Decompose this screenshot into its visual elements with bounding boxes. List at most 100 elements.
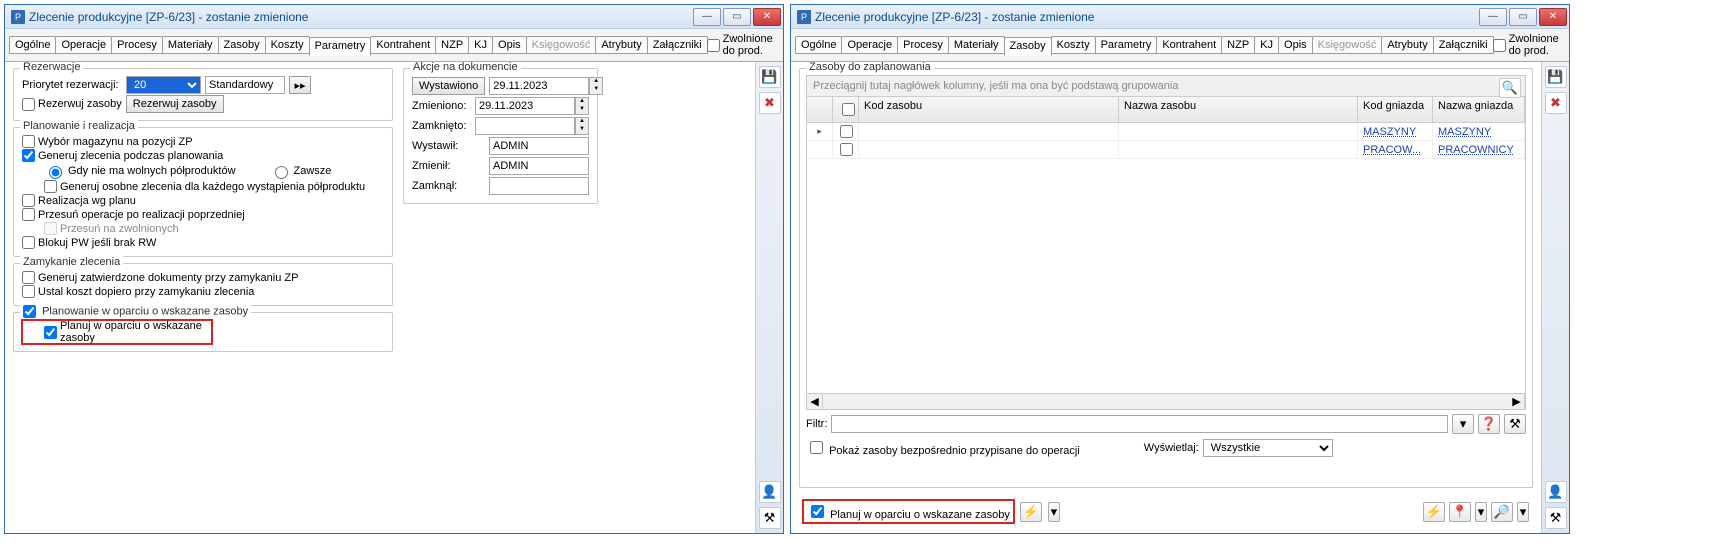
grid-groupby-zone[interactable]: Przeciągnij tutaj nagłówek kolumny, jeśl… xyxy=(807,76,1525,97)
cell-kod-gniazda[interactable]: MASZYNY xyxy=(1363,126,1416,138)
wyswietlaj-select[interactable]: Wszystkie xyxy=(1203,439,1333,457)
col-check[interactable] xyxy=(833,97,859,122)
tool-icon[interactable]: ⚒ xyxy=(759,507,781,529)
tab-koszty[interactable]: Koszty xyxy=(265,36,310,54)
scroll-left-icon[interactable]: ◀ xyxy=(807,394,823,409)
titlebar-w2[interactable]: P Zlecenie produkcyjne [ZP-6/23] - zosta… xyxy=(791,5,1569,29)
tab-koszty[interactable]: Koszty xyxy=(1051,36,1096,54)
cell-kod-gniazda[interactable]: PRACOW... xyxy=(1363,144,1421,156)
chk-generuj-osobne[interactable]: Generuj osobne zlecenia dla każdego wyst… xyxy=(44,180,365,193)
maximize-button[interactable]: ▭ xyxy=(723,8,751,26)
tab-atrybuty[interactable]: Atrybuty xyxy=(1381,36,1433,54)
chk-rezerwuj-zasoby[interactable]: Rezerwuj zasoby xyxy=(22,98,122,111)
tab-materialy[interactable]: Materiały xyxy=(948,36,1005,54)
table-row[interactable]: PRACOW... PRACOWNICY xyxy=(807,141,1525,159)
titlebar[interactable]: P Zlecenie produkcyjne [ZP-6/23] - zosta… xyxy=(5,5,783,29)
chk-realizacja-wg-planu[interactable]: Realizacja wg planu xyxy=(22,194,136,207)
scroll-right-icon[interactable]: ▶ xyxy=(1509,394,1525,409)
chk-pokaz-zasoby[interactable]: Pokaż zasoby bezpośrednio przypisane do … xyxy=(806,438,1080,457)
tool-icon[interactable]: ⚒ xyxy=(1545,507,1567,529)
tab-zasoby[interactable]: Zasoby xyxy=(1004,37,1052,56)
person-icon[interactable]: 👤 xyxy=(759,481,781,503)
tab-procesy[interactable]: Procesy xyxy=(111,36,163,54)
close-icon[interactable]: ✖ xyxy=(759,92,781,114)
cell-nazwa-gniazda[interactable]: PRACOWNICY xyxy=(1438,144,1514,156)
chk-planuj-oparciu-bottom[interactable]: Planuj w oparciu o wskazane zasoby xyxy=(807,502,1010,521)
grid-body[interactable]: ▸ MASZYNY MASZYNY PRACOW... PRACOWNICY xyxy=(807,123,1525,393)
chk-planuj-oparciu[interactable]: Planuj w oparciu o wskazane zasoby xyxy=(44,320,212,344)
bolt2-icon[interactable]: ⚡ xyxy=(1423,502,1445,522)
filtr-input[interactable] xyxy=(831,415,1448,433)
spin-button[interactable]: ▸▸ xyxy=(289,76,311,94)
grid-hscroll[interactable]: ◀ ▶ xyxy=(807,393,1525,409)
app-icon: P xyxy=(11,10,25,24)
tab-kontrahent[interactable]: Kontrahent xyxy=(1156,36,1222,54)
chk-wybor-magazynu[interactable]: Wybór magazynu na pozycji ZP xyxy=(22,135,193,148)
chk-zwolnione-w2[interactable]: Zwolnione do prod. xyxy=(1493,33,1565,57)
btn-rezerwuj-zasoby[interactable]: Rezerwuj zasoby xyxy=(126,95,224,113)
save-icon[interactable]: 💾 xyxy=(1545,66,1567,88)
chk-przesun-operacje[interactable]: Przesuń operacje po realizacji poprzedni… xyxy=(22,208,245,221)
filtr-dropdown-icon[interactable]: ▾ xyxy=(1452,414,1474,434)
tab-ogolne[interactable]: Ogólne xyxy=(795,36,842,54)
col-nazwa-zasobu[interactable]: Nazwa zasobu xyxy=(1119,97,1358,122)
btn-wystawiono[interactable]: Wystawiono xyxy=(412,77,485,95)
tab-kontrahent[interactable]: Kontrahent xyxy=(370,36,436,54)
tab-operacje[interactable]: Operacje xyxy=(841,36,898,54)
tab-opis[interactable]: Opis xyxy=(492,36,527,54)
chk-przesun-zwolnionych: Przesuń na zwolnionych xyxy=(44,222,179,235)
pin-icon[interactable]: 📍 xyxy=(1449,502,1471,522)
filtr-tool-icon[interactable]: ⚒ xyxy=(1504,414,1526,434)
chk-planuj-oparciu-highlight: Planuj w oparciu o wskazane zasoby xyxy=(22,320,212,344)
tab-kj[interactable]: KJ xyxy=(468,36,493,54)
tab-zalaczniki[interactable]: Załączniki xyxy=(647,36,708,54)
tab-zalaczniki[interactable]: Załączniki xyxy=(1433,36,1494,54)
col-nazwa-gniazda[interactable]: Nazwa gniazda xyxy=(1433,97,1525,122)
tab-parametry[interactable]: Parametry xyxy=(309,37,372,56)
cell-nazwa-gniazda[interactable]: MASZYNY xyxy=(1438,126,1491,138)
col-mark[interactable] xyxy=(807,97,833,122)
grid-search-icon[interactable]: 🔍 xyxy=(1499,78,1521,98)
tab-atrybuty[interactable]: Atrybuty xyxy=(595,36,647,54)
maximize-button[interactable]: ▭ xyxy=(1509,8,1537,26)
tab-zasoby[interactable]: Zasoby xyxy=(218,36,266,54)
magnify-split-icon[interactable]: ▾ xyxy=(1517,502,1529,522)
chk-generuj-dokumenty[interactable]: Generuj zatwierdzone dokumenty przy zamy… xyxy=(22,271,298,284)
table-row[interactable]: ▸ MASZYNY MASZYNY xyxy=(807,123,1525,141)
priorytet-select[interactable]: 20 xyxy=(126,76,201,94)
priorytet-label: Priorytet rezerwacji: xyxy=(22,79,122,91)
radio-zawsze[interactable]: Zawsze xyxy=(270,163,332,179)
date-zamknieto[interactable] xyxy=(475,117,575,135)
tab-procesy[interactable]: Procesy xyxy=(897,36,949,54)
tab-opis[interactable]: Opis xyxy=(1278,36,1313,54)
minimize-button[interactable]: — xyxy=(1479,8,1507,26)
tab-parametry[interactable]: Parametry xyxy=(1095,36,1158,54)
chk-ustal-koszt[interactable]: Ustal koszt dopiero przy zamykaniu zlece… xyxy=(22,285,254,298)
magnify-icon[interactable]: 🔎 xyxy=(1491,502,1513,522)
tab-materialy[interactable]: Materiały xyxy=(162,36,219,54)
date-zmieniono[interactable] xyxy=(475,97,575,115)
date-wystawiono[interactable] xyxy=(489,77,589,95)
col-kod-gniazda[interactable]: Kod gniazda xyxy=(1358,97,1433,122)
col-kod-zasobu[interactable]: Kod zasobu xyxy=(859,97,1119,122)
bolt-icon[interactable]: ⚡ xyxy=(1020,502,1042,522)
tab-operacje[interactable]: Operacje xyxy=(55,36,112,54)
tab-ogolne[interactable]: Ogólne xyxy=(9,36,56,54)
tab-kj[interactable]: KJ xyxy=(1254,36,1279,54)
minimize-button[interactable]: — xyxy=(693,8,721,26)
chk-generuj[interactable]: Generuj zlecenia podczas planowania xyxy=(22,149,223,162)
tab-nzp[interactable]: NZP xyxy=(435,36,469,54)
chk-blokuj-pw[interactable]: Blokuj PW jeśli brak RW xyxy=(22,236,156,249)
filtr-help-icon[interactable]: ❓ xyxy=(1478,414,1500,434)
radio-gdy[interactable]: Gdy nie ma wolnych półproduktów xyxy=(44,163,236,179)
close-icon[interactable]: ✖ xyxy=(1545,92,1567,114)
tab-nzp[interactable]: NZP xyxy=(1221,36,1255,54)
bolt-split-icon[interactable]: ▾ xyxy=(1048,502,1060,522)
close-button[interactable]: ✕ xyxy=(1539,8,1567,26)
chk-zwolnione-label: Zwolnione do prod. xyxy=(723,33,775,57)
save-icon[interactable]: 💾 xyxy=(759,66,781,88)
person-icon[interactable]: 👤 xyxy=(1545,481,1567,503)
pin-split-icon[interactable]: ▾ xyxy=(1475,502,1487,522)
close-button[interactable]: ✕ xyxy=(753,8,781,26)
chk-zwolnione[interactable]: Zwolnione do prod. xyxy=(707,33,779,57)
